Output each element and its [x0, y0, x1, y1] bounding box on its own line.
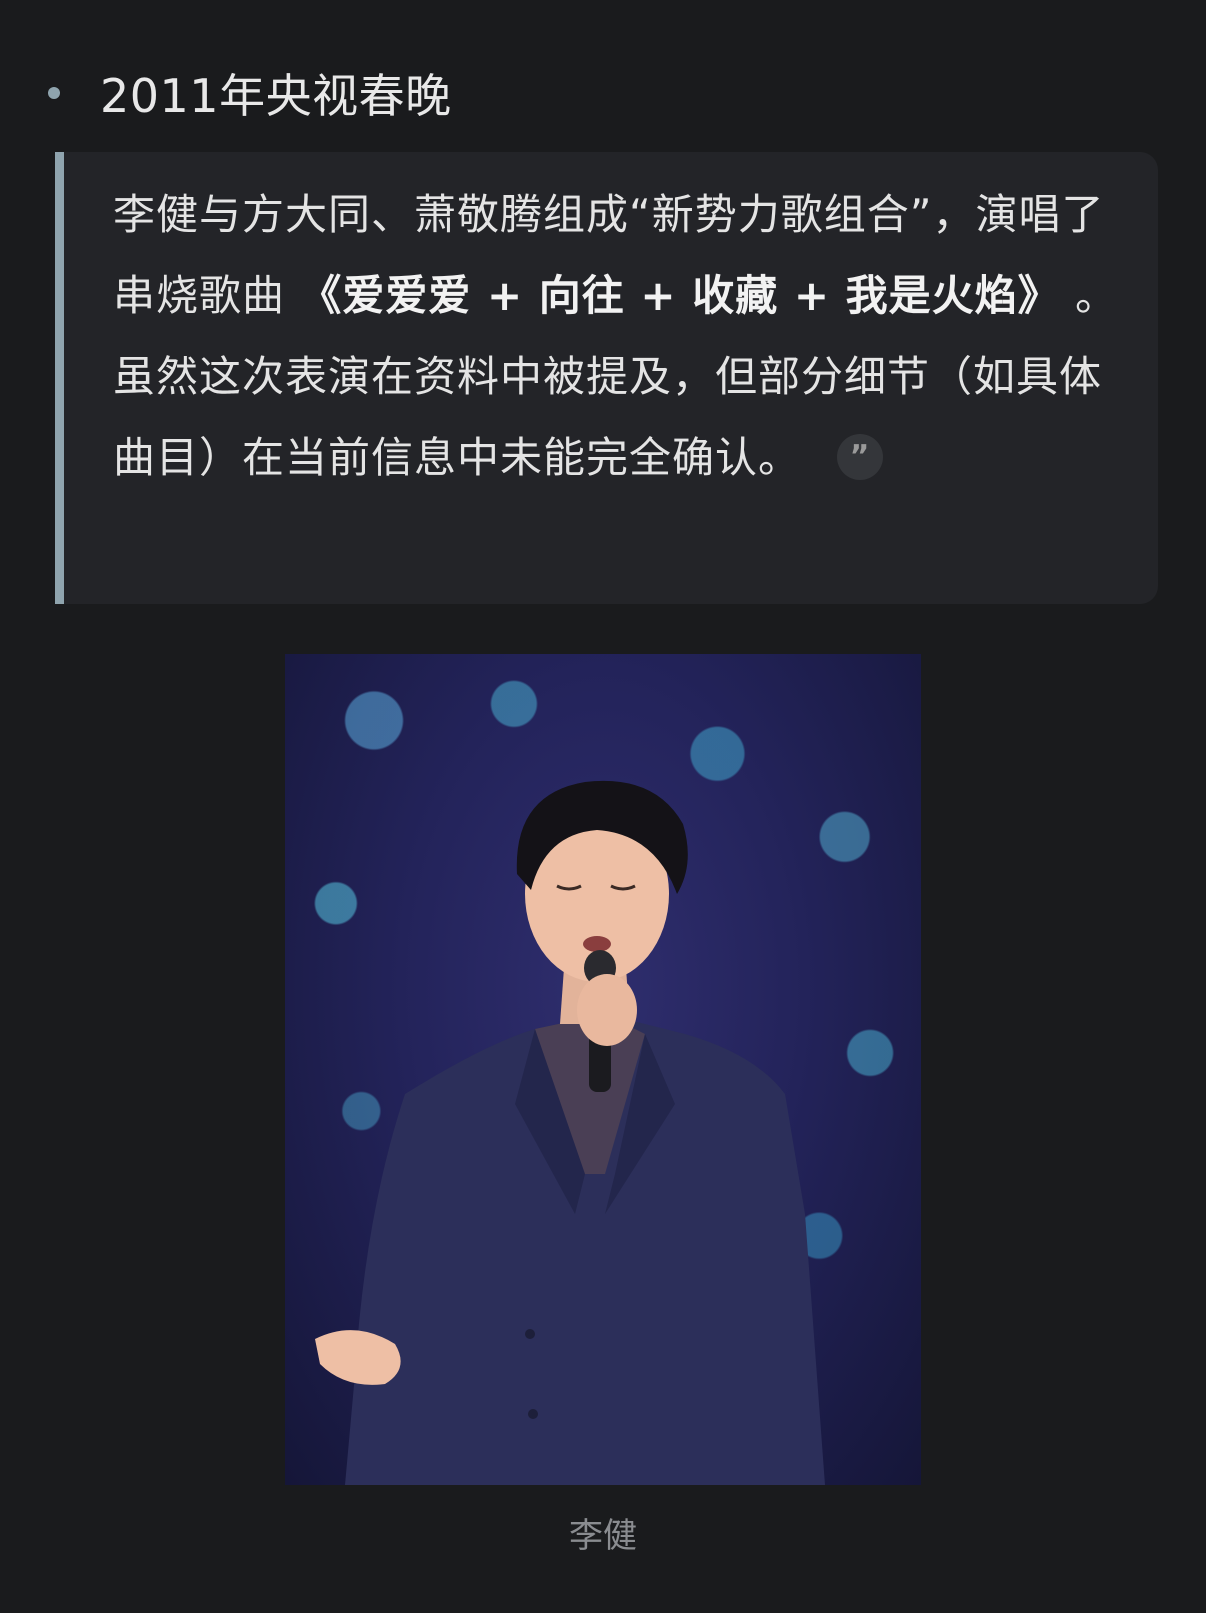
quote-icon[interactable]: ”: [837, 433, 884, 480]
bullet-dot: [48, 87, 60, 99]
quote-text: 李健与方大同、萧敬腾组成“新势力歌组合”，演唱了串烧歌曲 《爱爱爱 + 向往 +…: [113, 174, 1123, 498]
singer-photo: [285, 654, 921, 1485]
song-title: 《爱爱爱 + 向往 + 收藏 + 我是火焰》: [299, 271, 1061, 320]
quote-bar: [55, 152, 64, 604]
quote-block: 李健与方大同、萧敬腾组成“新势力歌组合”，演唱了串烧歌曲 《爱爱爱 + 向往 +…: [55, 152, 1158, 604]
heading-text: 2011年央视春晚: [100, 69, 452, 123]
singer-illustration: [315, 780, 825, 1485]
image-caption: 李健: [569, 1516, 637, 1556]
section-heading: 2011年央视春晚: [48, 58, 452, 128]
